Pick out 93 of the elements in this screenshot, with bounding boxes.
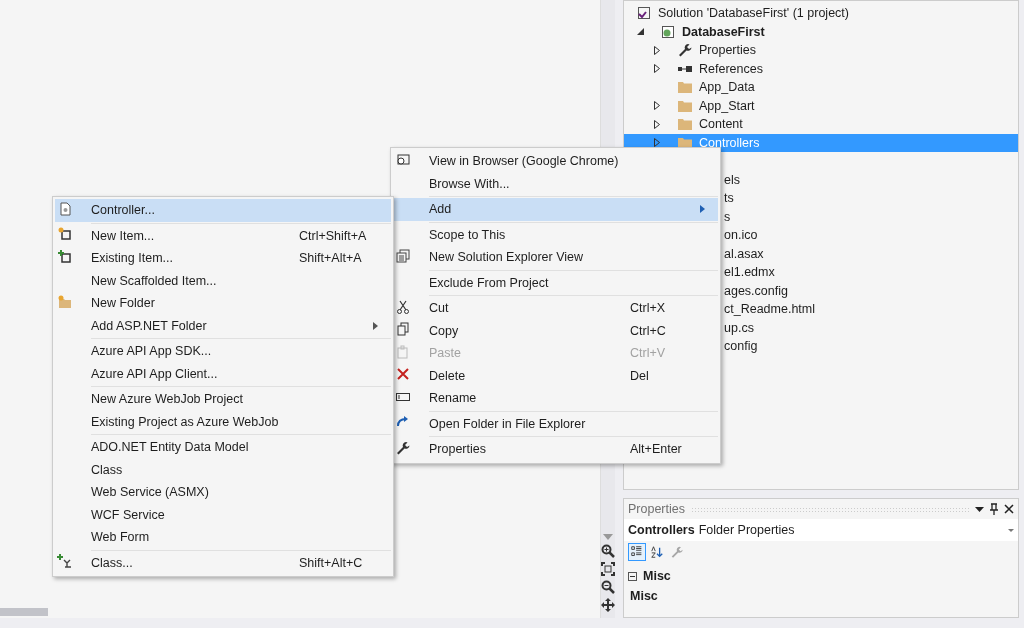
tree-item-label[interactable]: s bbox=[724, 209, 731, 224]
shortcut-label: Alt+Enter bbox=[630, 442, 682, 457]
scissors-icon bbox=[395, 298, 411, 315]
tree-item-label[interactable]: App_Data bbox=[699, 80, 755, 95]
panel-title: Properties bbox=[628, 502, 685, 516]
tree-item-label[interactable]: Properties bbox=[699, 43, 756, 58]
folder-icon bbox=[677, 79, 693, 96]
alphabetical-icon bbox=[650, 545, 664, 559]
move-icon[interactable] bbox=[601, 598, 615, 612]
pin-icon[interactable] bbox=[990, 503, 998, 515]
menu-item[interactable]: Delete Del bbox=[393, 364, 718, 387]
fit-icon[interactable] bbox=[601, 562, 615, 576]
shortcut-label: Ctrl+V bbox=[630, 346, 666, 361]
pages-icon bbox=[670, 545, 684, 559]
new-item-icon bbox=[57, 226, 73, 243]
existing-item-icon bbox=[57, 248, 73, 265]
tree-item-label[interactable]: App_Start bbox=[699, 98, 755, 113]
menu-item[interactable]: New Scaffolded Item... bbox=[55, 269, 391, 292]
shortcut-label: Ctrl+C bbox=[630, 323, 666, 338]
object-selector[interactable]: Controllers Folder Properties bbox=[624, 519, 1018, 541]
menu-item[interactable]: Browse With... bbox=[393, 172, 718, 195]
tree-item-label[interactable]: References bbox=[699, 61, 763, 76]
menu-item[interactable]: New Folder bbox=[55, 292, 391, 315]
menu-item[interactable]: Add ASP.NET Folder bbox=[55, 314, 391, 337]
menu-item[interactable]: Azure API App SDK... bbox=[55, 340, 391, 363]
collapsed-arrow-icon[interactable] bbox=[654, 119, 660, 129]
copy-icon bbox=[395, 321, 411, 338]
shortcut-label: Ctrl+X bbox=[630, 301, 666, 316]
menu-item[interactable]: Azure API App Client... bbox=[55, 362, 391, 385]
tree-item-label[interactable]: Content bbox=[699, 117, 743, 132]
tree-item-label[interactable]: el1.edmx bbox=[724, 265, 775, 280]
clipboard-icon bbox=[395, 343, 411, 360]
menu-item[interactable]: Existing Project as Azure WebJob bbox=[55, 410, 391, 433]
menu-item[interactable]: ADO.NET Entity Data Model bbox=[55, 436, 391, 459]
expanded-arrow-icon[interactable] bbox=[636, 28, 644, 36]
menu-item[interactable]: Scope to This bbox=[393, 223, 718, 246]
wrench-icon bbox=[677, 42, 693, 59]
zoom-out-icon[interactable] bbox=[601, 580, 615, 594]
categorized-button[interactable] bbox=[628, 543, 646, 561]
scrollbar-thumb[interactable] bbox=[0, 608, 48, 616]
collapse-icon[interactable] bbox=[628, 571, 637, 581]
menu-item[interactable]: Copy Ctrl+C bbox=[393, 319, 718, 342]
menu-item[interactable]: Web Service (ASMX) bbox=[55, 481, 391, 504]
collapsed-arrow-icon[interactable] bbox=[654, 45, 660, 55]
shortcut-label: Shift+Alt+C bbox=[299, 555, 363, 570]
zoom-in-icon[interactable] bbox=[601, 544, 615, 558]
tree-item-label[interactable]: config bbox=[724, 339, 758, 354]
menu-item[interactable]: Open Folder in File Explorer bbox=[393, 412, 718, 435]
window-icon bbox=[395, 247, 411, 264]
collapsed-arrow-icon[interactable] bbox=[654, 101, 660, 111]
description-title: Misc bbox=[629, 588, 659, 605]
menu-item[interactable]: New Item... Ctrl+Shift+A bbox=[55, 224, 391, 247]
menu-item[interactable]: New Solution Explorer View bbox=[393, 246, 718, 269]
menu-item[interactable]: WCF Service bbox=[55, 503, 391, 526]
shortcut-label: Ctrl+Shift+A bbox=[299, 228, 367, 243]
menu-item[interactable]: Existing Item... Shift+Alt+A bbox=[55, 247, 391, 270]
new-folder-icon bbox=[57, 293, 73, 310]
wrench-icon bbox=[395, 439, 411, 456]
menu-item[interactable]: Cut Ctrl+X bbox=[393, 297, 718, 320]
document-icon bbox=[57, 200, 73, 217]
close-icon[interactable] bbox=[1004, 504, 1014, 514]
tree-item-label[interactable]: Solution 'DatabaseFirst' (1 project) bbox=[658, 6, 849, 21]
shortcut-label: Shift+Alt+A bbox=[299, 251, 362, 266]
category-label: Misc bbox=[643, 569, 671, 583]
class-icon bbox=[57, 553, 73, 570]
dropdown-arrow-icon bbox=[1008, 528, 1014, 532]
menu-item[interactable]: Exclude From Project bbox=[393, 271, 718, 294]
solution-icon bbox=[636, 5, 652, 22]
tree-item-label[interactable]: on.ico bbox=[724, 228, 758, 243]
tree-item-label[interactable]: al.asax bbox=[724, 246, 764, 261]
menu-item[interactable]: Class... Shift+Alt+C bbox=[55, 551, 391, 574]
tree-item-label[interactable]: ts bbox=[724, 191, 734, 206]
menu-item[interactable]: Properties Alt+Enter bbox=[393, 438, 718, 461]
menu-item[interactable]: Web Form bbox=[55, 526, 391, 549]
tree-item-label[interactable]: els bbox=[724, 172, 740, 187]
menu-item[interactable]: Controller... bbox=[55, 199, 391, 222]
collapsed-arrow-icon[interactable] bbox=[654, 138, 660, 148]
shortcut-label: Del bbox=[630, 368, 649, 383]
categorized-icon bbox=[630, 545, 644, 559]
project-icon bbox=[660, 23, 676, 40]
menu-item[interactable]: New Azure WebJob Project bbox=[55, 388, 391, 411]
tree-item-label[interactable]: up.cs bbox=[724, 320, 754, 335]
menu-item[interactable]: Rename bbox=[393, 387, 718, 410]
tree-item-label[interactable]: DatabaseFirst bbox=[682, 24, 765, 39]
tree-item-label[interactable]: ct_Readme.html bbox=[724, 302, 815, 317]
tree-item-label[interactable]: ages.config bbox=[724, 283, 788, 298]
dropdown-arrow-icon[interactable] bbox=[975, 506, 984, 512]
menu-item[interactable]: Class bbox=[55, 458, 391, 481]
folder-icon bbox=[677, 116, 693, 133]
browser-icon bbox=[395, 151, 411, 168]
menu-item[interactable]: Add bbox=[393, 198, 718, 221]
collapsed-arrow-icon[interactable] bbox=[654, 64, 660, 74]
menu-item[interactable]: View in Browser (Google Chrome) bbox=[393, 150, 718, 173]
